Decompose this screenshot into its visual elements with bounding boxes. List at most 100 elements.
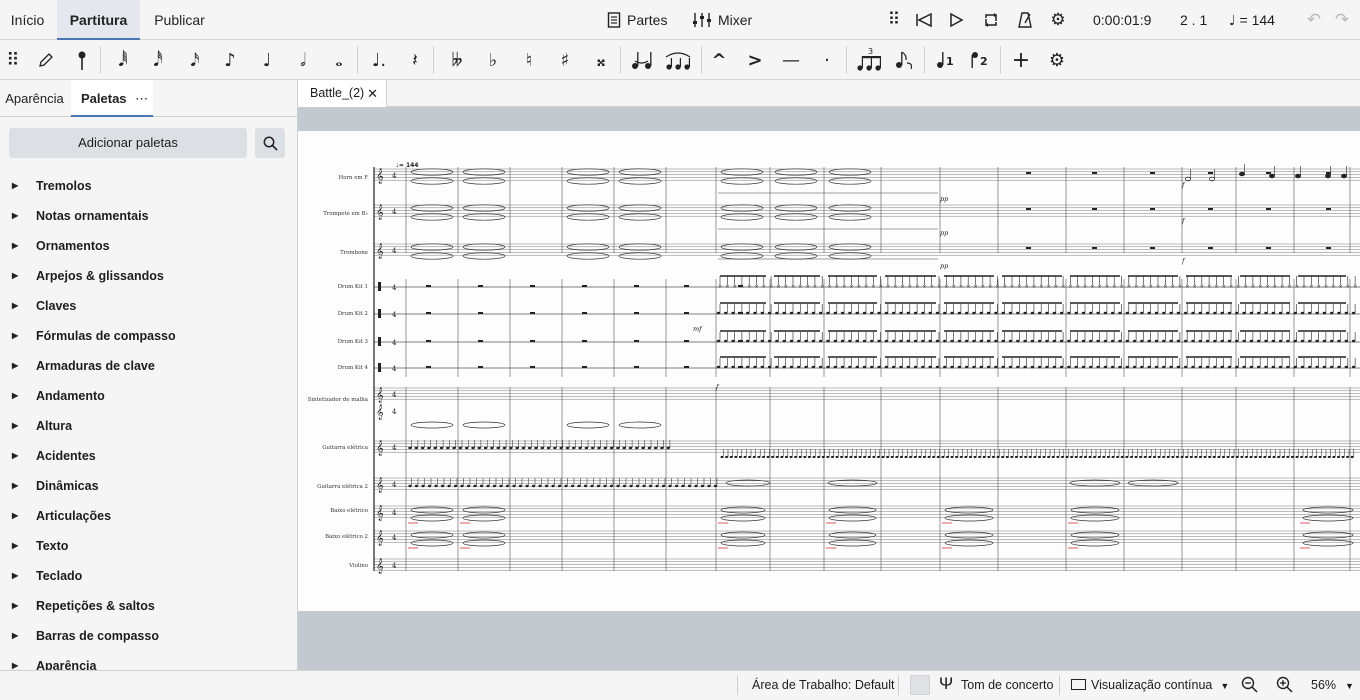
palette-item[interactable]: ▶ Teclado bbox=[12, 561, 82, 591]
rest-mark bbox=[1026, 172, 1031, 174]
redo-icon[interactable]: ↷ bbox=[1330, 8, 1354, 32]
score-canvas[interactable]: Horn em F Trompete em B♭ Trombone Drum Kit … bbox=[298, 107, 1360, 670]
note-head: × bbox=[776, 284, 780, 290]
note-head bbox=[1001, 455, 1005, 459]
tab-publicar[interactable]: Publicar bbox=[142, 0, 217, 40]
tuning-fork-icon: Ψ bbox=[939, 674, 954, 693]
tab-partitura[interactable]: Partitura bbox=[57, 0, 140, 40]
note-head bbox=[641, 446, 645, 450]
zoom-in-icon[interactable] bbox=[1276, 671, 1293, 699]
grip-icon[interactable]: ⠿ bbox=[0, 46, 26, 74]
mixer-button[interactable]: Mixer bbox=[692, 8, 752, 32]
palette-item[interactable]: ▶ Fórmulas de compasso bbox=[12, 321, 176, 351]
palette-item[interactable]: ▶ Articulações bbox=[12, 501, 111, 531]
palette-item[interactable]: ▶ Armaduras de clave bbox=[12, 351, 155, 381]
note-head bbox=[1337, 339, 1341, 343]
sharp-icon[interactable]: ♯ bbox=[552, 46, 578, 74]
score-page[interactable]: Horn em F Trompete em B♭ Trombone Drum Kit … bbox=[298, 131, 1360, 611]
palette-search-button[interactable] bbox=[255, 128, 285, 158]
note-head bbox=[1344, 365, 1349, 369]
double-flat-icon[interactable]: 𝄫 bbox=[444, 46, 470, 74]
palette-item[interactable]: ▶ Claves bbox=[12, 291, 76, 321]
16th-note-icon[interactable]: 𝅘𝅥𝅯 bbox=[182, 46, 208, 74]
toolbar-settings-icon[interactable]: ⚙ bbox=[1044, 46, 1070, 74]
palette-item[interactable]: ▶ Arpejos & glissandos bbox=[12, 261, 164, 291]
32nd-note-icon[interactable]: 𝅘𝅥𝅰 bbox=[145, 46, 171, 74]
parts-button[interactable]: Partes bbox=[607, 8, 667, 32]
natural-icon[interactable]: ♮ bbox=[516, 46, 542, 74]
palette-label: Teclado bbox=[36, 569, 83, 583]
rewind-icon[interactable] bbox=[912, 8, 936, 32]
note-head: × bbox=[974, 284, 978, 290]
tab-paletas[interactable]: Paletas ⋯ bbox=[71, 80, 153, 117]
voice-2-icon[interactable]: 2 bbox=[967, 46, 993, 74]
palette-item[interactable]: ▶ Barras de compasso bbox=[12, 621, 159, 651]
note-head: × bbox=[1214, 284, 1218, 290]
zoom-out-icon[interactable] bbox=[1241, 671, 1258, 699]
view-mode-selector[interactable]: Visualização contínua ▼ bbox=[1071, 671, 1229, 699]
staccato-icon[interactable]: · bbox=[814, 46, 840, 74]
note-head bbox=[784, 455, 788, 459]
close-icon[interactable]: ✕ bbox=[367, 80, 378, 107]
note-head bbox=[950, 339, 954, 343]
chevron-right-icon: ▶ bbox=[12, 541, 19, 550]
whole-note-icon[interactable]: 𝅝 bbox=[326, 46, 352, 74]
palette-item[interactable]: ▶ Altura bbox=[12, 411, 72, 441]
palette-item[interactable]: ▶ Repetições & saltos bbox=[12, 591, 155, 621]
note-head bbox=[1220, 339, 1224, 343]
eighth-note-icon[interactable]: ♪ bbox=[217, 46, 243, 74]
add-icon[interactable]: + bbox=[1008, 46, 1034, 74]
note-head: × bbox=[798, 284, 802, 290]
tuplet-icon[interactable]: 3 bbox=[855, 46, 885, 74]
note-head bbox=[922, 455, 926, 459]
workspace-selector[interactable]: Área de Trabalho: Default bbox=[752, 671, 894, 699]
grip-icon[interactable]: ⠿ bbox=[882, 8, 906, 32]
tied-note bbox=[828, 506, 877, 514]
play-icon[interactable] bbox=[944, 8, 968, 32]
document-tab[interactable]: Battle_(2) ✕ bbox=[298, 80, 387, 107]
accent-icon[interactable]: > bbox=[742, 46, 768, 74]
add-palettes-button[interactable]: Adicionar paletas bbox=[9, 128, 247, 158]
tab-inicio[interactable]: Início bbox=[0, 0, 55, 40]
palette-item[interactable]: ▶ Dinâmicas bbox=[12, 471, 99, 501]
palette-item[interactable]: ▶ Ornamentos bbox=[12, 231, 110, 261]
metronome-icon[interactable] bbox=[1013, 8, 1037, 32]
tie-icon[interactable] bbox=[628, 46, 656, 74]
palette-item[interactable]: ▶ Acidentes bbox=[12, 441, 96, 471]
palette-item[interactable]: ▶ Andamento bbox=[12, 381, 105, 411]
slur-icon[interactable] bbox=[663, 46, 693, 74]
note-head bbox=[1070, 455, 1074, 459]
accent-note-icon[interactable] bbox=[69, 46, 95, 74]
score-notation[interactable]: Horn em F Trompete em B♭ Trombone Drum Kit … bbox=[298, 131, 1360, 611]
quarter-note-icon[interactable]: ♩ bbox=[254, 46, 280, 74]
rest-icon[interactable]: 𝄽 bbox=[402, 46, 428, 74]
more-options-icon[interactable]: ⋯ bbox=[135, 91, 148, 106]
note-head bbox=[648, 484, 653, 488]
note-head bbox=[584, 446, 589, 450]
64th-note-icon[interactable]: 𝅘𝅥𝅱 bbox=[110, 46, 136, 74]
flip-direction-icon[interactable] bbox=[891, 46, 917, 74]
note-head: × bbox=[930, 284, 934, 290]
dotted-note-icon[interactable]: ♩. bbox=[366, 46, 392, 74]
zoom-level[interactable]: 56% ▼ bbox=[1311, 671, 1354, 699]
note-head bbox=[1227, 365, 1232, 369]
note-head bbox=[1059, 311, 1064, 315]
note-head bbox=[1154, 365, 1159, 369]
pencil-icon[interactable] bbox=[33, 46, 59, 74]
loop-icon[interactable] bbox=[979, 8, 1003, 32]
tab-aparencia[interactable]: Aparência bbox=[0, 80, 69, 117]
concert-pitch-toggle[interactable] bbox=[910, 675, 930, 695]
undo-icon[interactable]: ↶ bbox=[1302, 8, 1326, 32]
marcato-icon[interactable]: ^ bbox=[706, 46, 732, 74]
voice-1-icon[interactable]: 1 bbox=[932, 46, 958, 74]
palette-item[interactable]: ▶ Tremolos bbox=[12, 171, 92, 201]
palette-item[interactable]: ▶ Aparência bbox=[12, 651, 96, 670]
instrument-label: Trompete em B♭ bbox=[323, 211, 368, 217]
double-sharp-icon[interactable]: 𝄪 bbox=[588, 46, 614, 74]
palette-item[interactable]: ▶ Notas ornamentais bbox=[12, 201, 149, 231]
flat-icon[interactable]: ♭ bbox=[480, 46, 506, 74]
palette-item[interactable]: ▶ Texto bbox=[12, 531, 68, 561]
playback-settings-icon[interactable]: ⚙ bbox=[1046, 8, 1070, 32]
half-note-icon[interactable]: 𝅗𝅥 bbox=[290, 46, 316, 74]
tenuto-icon[interactable]: — bbox=[778, 46, 804, 74]
